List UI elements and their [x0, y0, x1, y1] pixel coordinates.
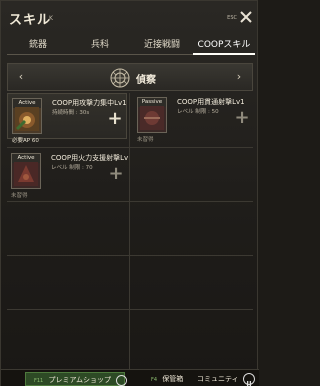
skill-name: COOP用攻撃力集中Lv1 [52, 99, 127, 107]
skill-requirement: 必要AP 60 [12, 138, 39, 144]
esc-hint: ESC [227, 15, 237, 21]
learn-skill-button[interactable]: + [106, 110, 124, 128]
skill-slot[interactable]: Active COOP用火力支援射撃Lv レベル 制限 : 70 + 未習得 [7, 149, 129, 199]
learn-skill-button[interactable]: + [107, 165, 125, 183]
next-category-button[interactable]: › [230, 64, 248, 90]
attack-focus-icon [15, 107, 39, 131]
category-title: 偵察 [136, 75, 156, 86]
skill-name: COOP用貫通射撃Lv1 [177, 98, 245, 106]
skill-icon: Active [11, 153, 41, 189]
grid-divider [7, 255, 253, 256]
premium-shop-button[interactable]: F11 プレミアムショップ [25, 372, 128, 386]
plus-icon: + [107, 108, 123, 129]
chevron-right-icon: › [236, 70, 242, 83]
skill-level-limit: レベル 制限 : 70 [51, 165, 93, 171]
shop-icon [116, 374, 128, 386]
storage-hotkey: F4 [151, 377, 158, 383]
piercing-shot-icon [140, 106, 164, 130]
fire-support-icon [14, 162, 38, 186]
skill-requirement: 未習得 [137, 137, 154, 143]
skill-icon: Passive [137, 97, 167, 133]
prev-category-button[interactable]: ‹ [12, 64, 30, 90]
skill-icon: Active [12, 98, 42, 134]
skill-slot[interactable]: Passive COOP用貫通射撃Lv1 レベル 制限 : 50 + 未習得 [133, 93, 253, 143]
skill-duration: 持続時間 : 30s [52, 110, 90, 116]
shop-label: プレミアムショップ [48, 376, 111, 384]
category-header: ‹ 偵察 › [7, 63, 253, 91]
plus-icon: + [108, 163, 124, 184]
close-button[interactable] [239, 9, 253, 23]
storage-button[interactable]: F4 保管箱 [151, 372, 195, 386]
skill-window: スキル K ESC 銃器 兵科 近接戦闘 COOPスキル ‹ 偵察 › Acti… [0, 0, 259, 386]
learn-skill-button[interactable]: + [233, 109, 251, 127]
grid-divider [7, 147, 253, 148]
footer-bar: F11 プレミアムショップ F4 保管箱 コミュニティ [1, 369, 259, 386]
skill-tabs: 銃器 兵科 近接戦闘 COOPスキル [7, 35, 255, 55]
tab-firearms[interactable]: 銃器 [7, 35, 69, 55]
tab-coop-skill[interactable]: COOPスキル [193, 35, 255, 55]
recon-emblem-icon [110, 68, 130, 88]
community-button[interactable]: コミュニティ [197, 372, 241, 386]
shop-hotkey: F11 [34, 378, 44, 384]
tab-branch[interactable]: 兵科 [69, 35, 131, 55]
chevron-left-icon: ‹ [18, 70, 24, 83]
skill-name: COOP用火力支援射撃Lv [51, 154, 129, 162]
window-title: スキル [9, 13, 52, 28]
skill-level-limit: レベル 制限 : 50 [177, 109, 219, 115]
skill-grid: Active COOP用攻撃力集中Lv1 持続時間 : 30s + 必要AP 6… [7, 93, 253, 369]
skill-requirement: 未習得 [11, 193, 28, 199]
grid-divider [7, 201, 253, 202]
storage-label: 保管箱 [162, 375, 184, 383]
plus-icon: + [234, 107, 250, 128]
title-bar: スキル K ESC [1, 1, 259, 33]
pause-button[interactable] [243, 373, 255, 386]
close-icon [240, 11, 252, 23]
tab-melee[interactable]: 近接戦闘 [131, 35, 193, 55]
skill-slot[interactable]: Active COOP用攻撃力集中Lv1 持続時間 : 30s + 必要AP 6… [7, 93, 127, 144]
pause-icon [247, 381, 251, 386]
hotkey-hint: K [49, 15, 53, 22]
community-label: コミュニティ [197, 375, 239, 383]
grid-divider [7, 309, 253, 310]
